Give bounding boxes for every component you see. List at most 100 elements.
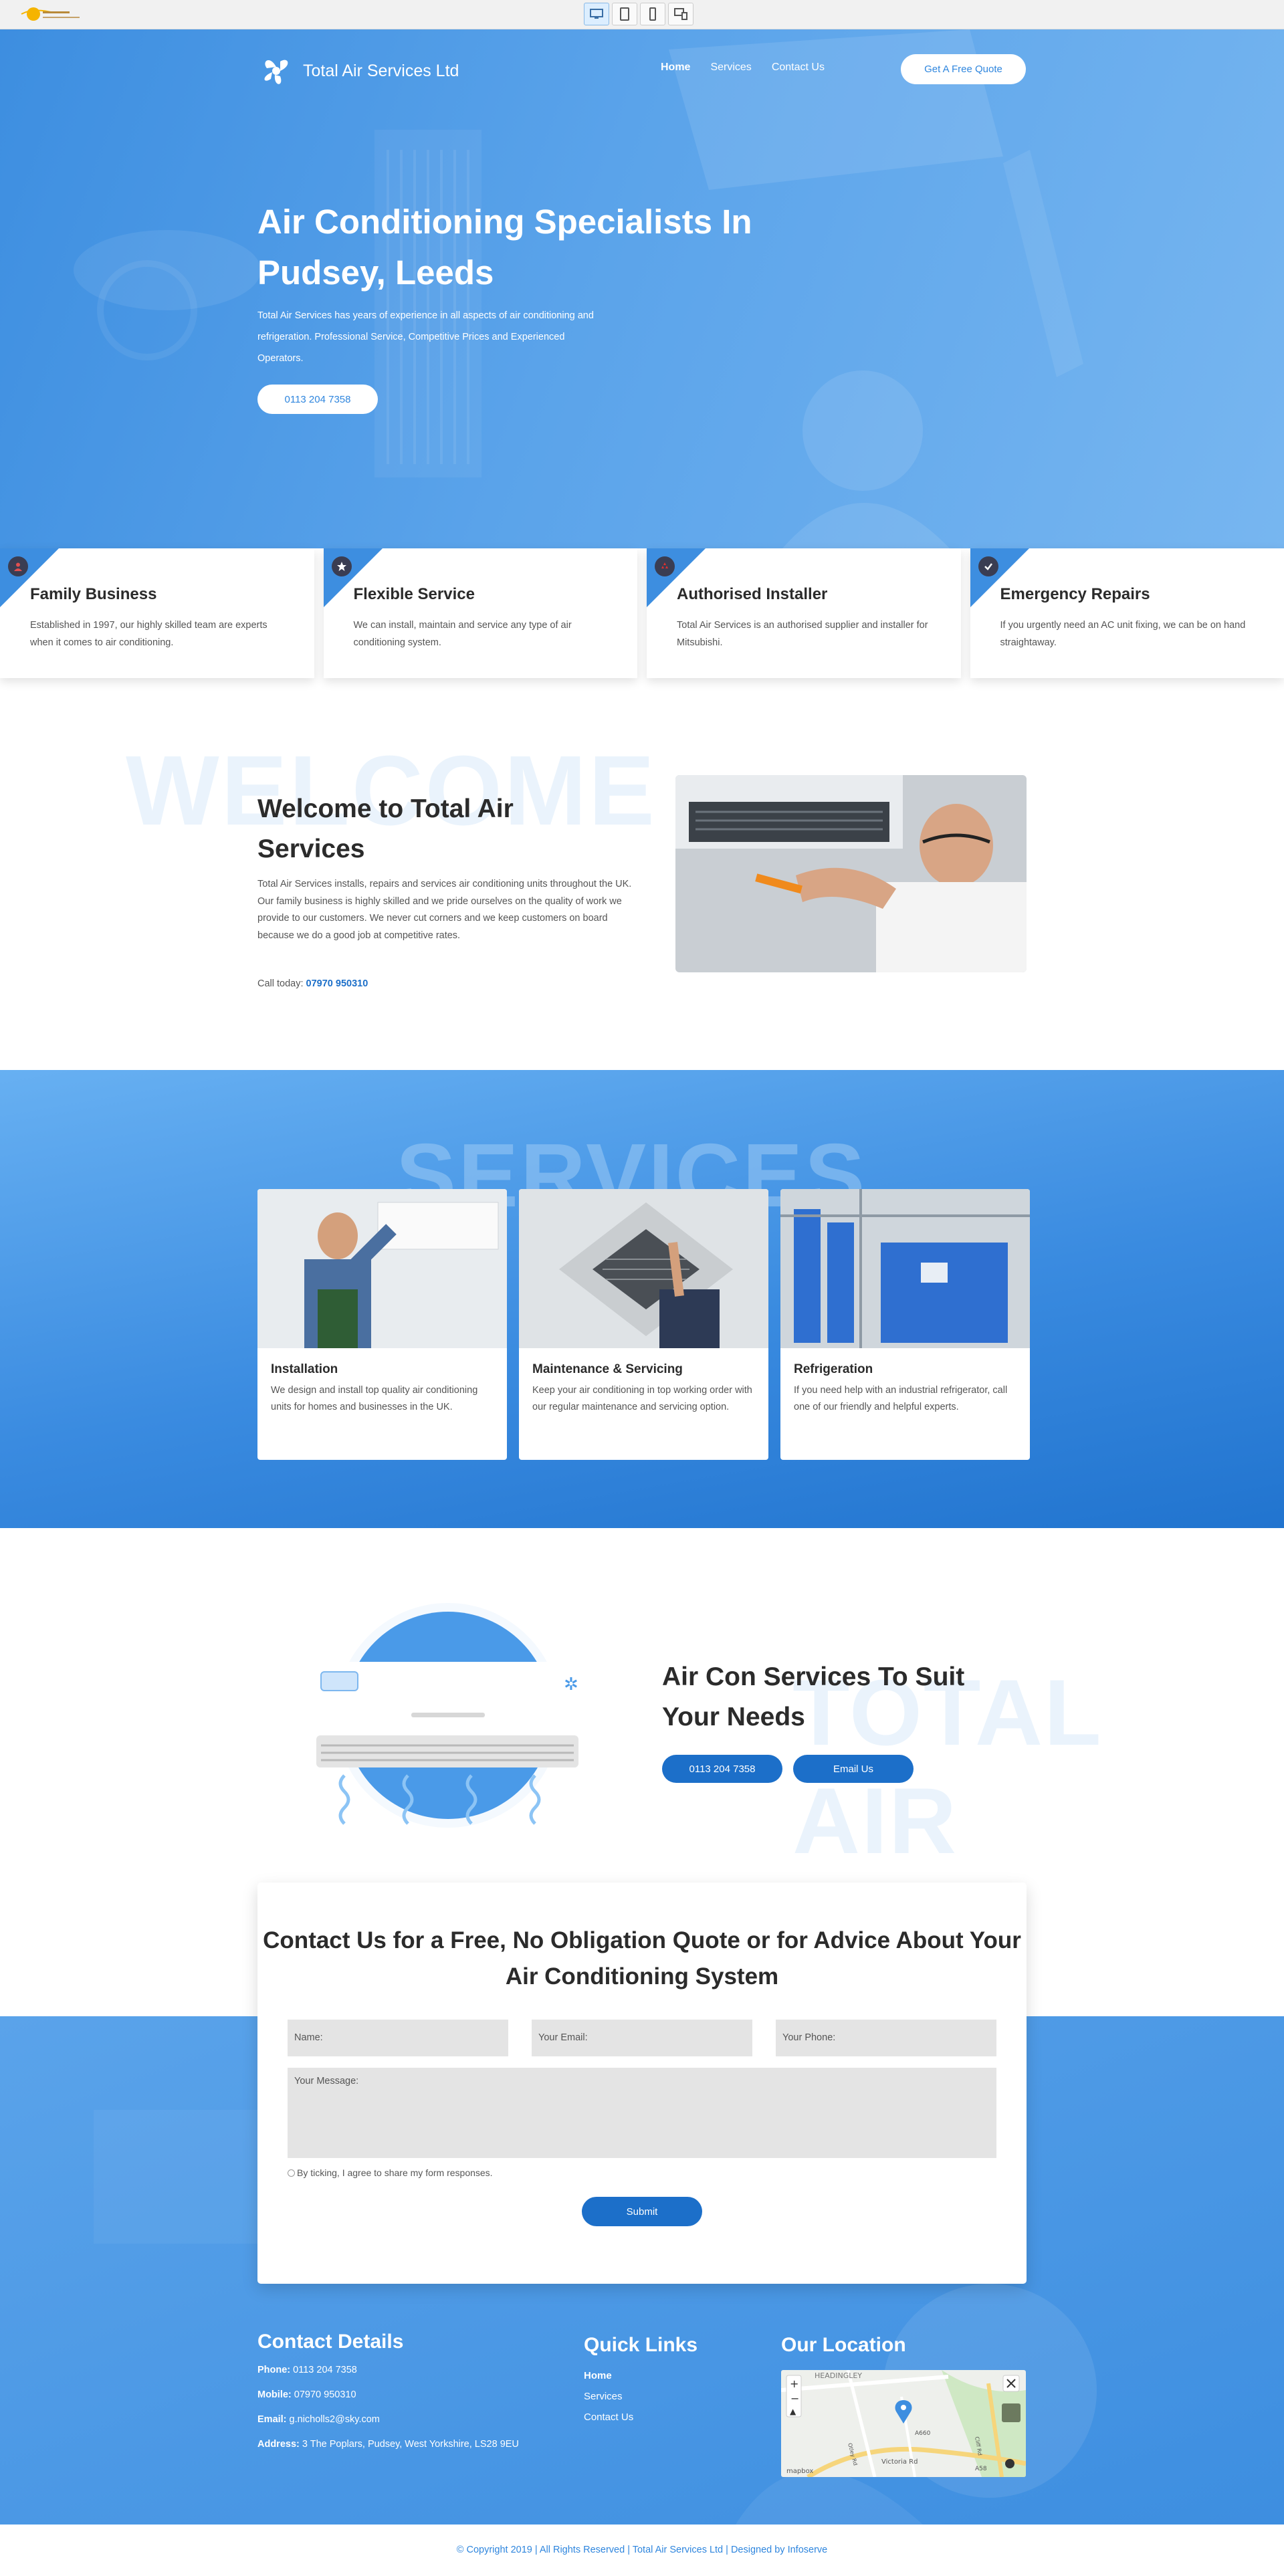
tablet-view-button[interactable] [612, 3, 637, 25]
feature-card-authorised: Authorised Installer Total Air Services … [647, 548, 961, 678]
contact-form-title: Contact Us for a Free, No Obligation Quo… [263, 1927, 1021, 1990]
star-icon [331, 556, 352, 576]
feature-text: We can install, maintain and service any… [353, 620, 572, 648]
message-field[interactable]: Your Message: [288, 2068, 996, 2158]
aircon-title: Air Con Services To Suit Your Needs [662, 1662, 965, 1731]
responsive-view-button[interactable] [668, 3, 693, 25]
mitsubishi-icon [655, 556, 675, 576]
device-switcher [584, 3, 693, 25]
consent-checkbox[interactable]: By ticking, I agree to share my form res… [288, 2167, 493, 2178]
refrigeration-photo [780, 1189, 1030, 1348]
info-icon[interactable] [1005, 2459, 1014, 2468]
submit-button[interactable]: Submit [582, 2197, 702, 2226]
desktop-icon [590, 9, 603, 19]
service-card-maintenance[interactable]: Maintenance & Servicing Keep your air co… [519, 1189, 768, 1460]
footer-address: Address: 3 The Poplars, Pudsey, West Yor… [257, 2439, 519, 2450]
features-row: Family Business Established in 1997, our… [0, 548, 1284, 678]
phone-field[interactable]: Your Phone: [776, 2020, 996, 2056]
feature-card-emergency: Emergency Repairs If you urgently need a… [970, 548, 1284, 678]
satellite-toggle-icon[interactable] [1002, 2403, 1021, 2422]
map-area-label: HEADINGLEY [815, 2371, 862, 2380]
aircon-buttons: 0113 204 7358 Email Us [662, 1755, 914, 1783]
air-conditioner-illustration: ✲ [308, 1603, 588, 1828]
phone-icon [649, 7, 656, 21]
welcome-call: Call today: 07970 950310 [257, 978, 368, 989]
preview-toolbar [0, 0, 1284, 29]
nav-home[interactable]: Home [661, 62, 690, 74]
mapbox-logo-icon: mapbox [786, 2468, 813, 2475]
free-quote-button[interactable]: Get A Free Quote [901, 54, 1026, 84]
user-icon [8, 556, 28, 576]
email-us-button[interactable]: Email Us [793, 1755, 914, 1783]
compass-icon[interactable]: ▲ [790, 2407, 796, 2416]
consent-label: By ticking, I agree to share my form res… [297, 2167, 493, 2178]
feature-title: Family Business [30, 585, 157, 603]
tablet-icon [620, 7, 629, 21]
hero-title: Air Conditioning Specialists In Pudsey, … [257, 203, 752, 292]
service-text: Keep your air conditioning in top workin… [532, 1385, 752, 1412]
check-icon [978, 556, 998, 576]
service-title: Maintenance & Servicing [532, 1362, 683, 1376]
name-field[interactable]: Name: [288, 2020, 508, 2056]
feature-title: Authorised Installer [677, 585, 828, 603]
footer-contact-details: Contact Details Phone: 0113 204 7358 Mob… [257, 2331, 525, 2462]
footer-email: Email: g.nicholls2@sky.com [257, 2414, 380, 2425]
desktop-view-button[interactable] [584, 3, 609, 25]
services-section: SERVICES Installation We design and inst… [0, 1070, 1284, 1528]
map-a660-label: A660 [915, 2430, 931, 2437]
location-map[interactable]: HEADINGLEY Victoria Rd A660 A58 Cliff Rd… [781, 2370, 1026, 2477]
service-card-installation[interactable]: Installation We design and install top q… [257, 1189, 507, 1460]
location-title: Our Location [781, 2334, 906, 2356]
brand[interactable]: Total Air Services Ltd [257, 52, 459, 90]
builder-logo-icon [21, 7, 80, 21]
feature-card-family: Family Business Established in 1997, our… [0, 548, 314, 678]
footer-link-services[interactable]: Services [584, 2391, 698, 2402]
hero-phone-button[interactable]: 0113 204 7358 [257, 385, 378, 414]
zoom-out-icon[interactable]: − [790, 2392, 799, 2405]
phone-view-button[interactable] [640, 3, 665, 25]
welcome-title: Welcome to Total Air Services [257, 794, 514, 863]
service-text: We design and install top quality air co… [271, 1385, 478, 1412]
email-field[interactable]: Your Email: [532, 2020, 752, 2056]
aircon-phone-button[interactable]: 0113 204 7358 [662, 1755, 782, 1783]
hero-text: Total Air Services has years of experien… [257, 310, 594, 364]
maintenance-photo [519, 1189, 768, 1348]
welcome-technician-photo [675, 775, 1027, 972]
installation-photo [257, 1189, 507, 1348]
feature-card-flexible: Flexible Service We can install, maintai… [323, 548, 637, 678]
footer-link-contact[interactable]: Contact Us [584, 2411, 698, 2423]
footer-location: Our Location HEADINGLEY Victoria Rd A660… [781, 2334, 1026, 2477]
copyright-bar: © Copyright 2019 | All Rights Reserved |… [0, 2525, 1284, 2576]
call-label: Call today: [257, 978, 306, 989]
radio-icon[interactable] [288, 2169, 295, 2177]
zoom-in-icon[interactable]: + [790, 2377, 798, 2390]
main-nav: Home Services Contact Us [661, 62, 825, 74]
feature-title: Flexible Service [353, 585, 475, 603]
fan-logo-icon [264, 60, 288, 84]
service-card-refrigeration[interactable]: Refrigeration If you need help with an i… [780, 1189, 1030, 1460]
feature-text: Total Air Services is an authorised supp… [677, 620, 928, 648]
contact-details-title: Contact Details [257, 2331, 404, 2353]
brand-name: Total Air Services Ltd [303, 61, 459, 80]
footer-mobile: Mobile: 07970 950310 [257, 2389, 356, 2400]
footer-phone: Phone: 0113 204 7358 [257, 2365, 357, 2375]
footer-link-home[interactable]: Home [584, 2370, 698, 2381]
nav-contact[interactable]: Contact Us [772, 62, 825, 74]
service-title: Refrigeration [794, 1362, 873, 1376]
feature-title: Emergency Repairs [1000, 585, 1150, 603]
service-title: Installation [271, 1362, 338, 1376]
nav-services[interactable]: Services [710, 62, 751, 74]
welcome-text: Total Air Services installs, repairs and… [257, 879, 632, 941]
contact-form-card: Contact Us for a Free, No Obligation Quo… [257, 1883, 1027, 2284]
quick-links-title: Quick Links [584, 2334, 698, 2356]
svg-text:✲: ✲ [564, 1675, 578, 1695]
responsive-icon [674, 8, 687, 20]
map-a58-label: A58 [975, 2466, 987, 2472]
feature-text: If you urgently need an AC unit fixing, … [1000, 620, 1246, 648]
service-text: If you need help with an industrial refr… [794, 1385, 1008, 1412]
feature-text: Established in 1997, our highly skilled … [30, 620, 268, 648]
hero-section: Total Air Services Ltd Home Services Con… [0, 29, 1284, 548]
map-road-label: Victoria Rd [881, 2458, 918, 2466]
service-cards: Installation We design and install top q… [257, 1189, 1030, 1460]
call-number-link[interactable]: 07970 950310 [306, 978, 368, 989]
